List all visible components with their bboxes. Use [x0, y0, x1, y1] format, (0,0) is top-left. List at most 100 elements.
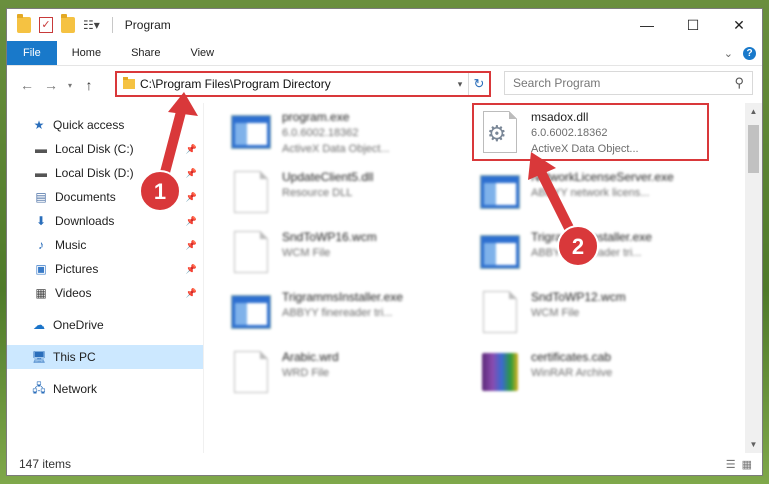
pin-icon[interactable]: 📌	[186, 240, 197, 251]
scroll-down-icon[interactable]: ▼	[745, 436, 762, 453]
star-icon: ★	[33, 118, 45, 132]
list-item[interactable]: certificates.cab WinRAR Archive	[477, 349, 612, 405]
file-name: SndToWP16.wcm	[282, 230, 377, 244]
tab-home[interactable]: Home	[57, 41, 116, 65]
sidebar-item-pictures[interactable]: ▣ Pictures 📌	[7, 257, 203, 281]
file-description: ABBYY network licens...	[531, 187, 650, 199]
navigation-pane: ★ Quick access ▬ Local Disk (C:) 📌 ▬ Loc…	[7, 103, 204, 453]
properties-check-icon[interactable]: ✓	[39, 17, 53, 33]
quick-access-toolbar: ✓ ☷▾ Program	[7, 14, 171, 33]
search-box[interactable]: Search Program ⚲	[504, 71, 753, 95]
computer-icon: 🖥	[31, 350, 47, 364]
sidebar-item-onedrive[interactable]: ☁ OneDrive	[7, 313, 203, 337]
item-count: 147 items	[19, 457, 72, 471]
file-name: NetworkLicenseServer.exe	[531, 170, 674, 184]
documents-icon: ▤	[35, 190, 47, 204]
file-icon	[483, 291, 517, 333]
sidebar-item-videos[interactable]: ▦ Videos 📌	[7, 281, 203, 305]
sidebar-item-music[interactable]: ♪ Music 📌	[7, 233, 203, 257]
window-title: Program	[124, 18, 171, 32]
search-icon: ⚲	[734, 75, 744, 90]
details-view-icon[interactable]: ☰	[726, 458, 736, 471]
window-controls: — ☐ ✕	[624, 9, 762, 41]
exe-icon	[480, 175, 520, 209]
tab-share[interactable]: Share	[116, 41, 175, 65]
file-name: UpdateClient5.dll	[282, 170, 374, 184]
exe-icon	[231, 295, 271, 329]
refresh-icon[interactable]: ↻	[468, 73, 489, 95]
ribbon-tabs: File Home Share View ⌄ ?	[7, 41, 762, 66]
customize-toolbar-icon[interactable]: ☷▾	[83, 18, 100, 32]
sidebar-item-local-disk-c[interactable]: ▬ Local Disk (C:) 📌	[7, 137, 203, 161]
file-description: ABBYY finereader tri...	[531, 247, 642, 259]
sidebar-item-this-pc[interactable]: 🖥 This PC	[7, 345, 203, 369]
pin-icon[interactable]: 📌	[186, 264, 197, 275]
address-path[interactable]: C:\Program Files\Program Directory	[140, 77, 452, 91]
help-icon[interactable]: ?	[743, 46, 756, 60]
sidebar-item-local-disk-d[interactable]: ▬ Local Disk (D:) 📌	[7, 161, 203, 185]
file-description: ActiveX Data Object...	[282, 143, 390, 155]
sidebar-item-documents[interactable]: ▤ Documents 📌	[7, 185, 203, 209]
pin-icon[interactable]: 📌	[186, 144, 197, 155]
pin-icon[interactable]: 📌	[186, 288, 197, 299]
cloud-icon: ☁	[33, 318, 45, 332]
list-item[interactable]: Arabic.wrd WRD File	[228, 349, 339, 405]
list-item[interactable]: TrigrammsInstaller.exe ABBYY finereader …	[477, 229, 652, 285]
list-item[interactable]: program.exe 6.0.6002.18362 ActiveX Data …	[228, 109, 390, 165]
sidebar-item-quick-access[interactable]: ★ Quick access	[7, 113, 203, 137]
search-input[interactable]: Search Program	[513, 76, 734, 90]
sidebar-item-label: Documents	[55, 190, 116, 204]
close-button[interactable]: ✕	[716, 9, 762, 41]
sidebar-item-label: This PC	[53, 350, 96, 364]
list-item[interactable]: TrigrammsInstaller.exe ABBYY finereader …	[228, 289, 403, 345]
list-item[interactable]: NetworkLicenseServer.exe ABBYY network l…	[477, 169, 674, 225]
scroll-up-icon[interactable]: ▲	[745, 103, 762, 120]
drive-icon: ▬	[35, 142, 47, 156]
sidebar-item-label: Local Disk (C:)	[55, 142, 134, 156]
file-name: program.exe	[282, 110, 350, 124]
sidebar-item-label: Downloads	[55, 214, 115, 228]
list-item[interactable]: SndToWP12.wcm WCM File	[477, 289, 626, 345]
highlight-box	[472, 103, 709, 161]
maximize-button[interactable]: ☐	[670, 9, 716, 41]
file-version: 6.0.6002.18362	[282, 127, 359, 139]
forward-icon[interactable]: →	[39, 77, 63, 93]
up-icon[interactable]: ↑	[77, 77, 101, 93]
minimize-button[interactable]: —	[624, 9, 670, 41]
pin-icon[interactable]: 📌	[186, 192, 197, 203]
folder-icon[interactable]	[17, 14, 31, 33]
recent-locations-icon[interactable]: ▾	[63, 81, 77, 90]
sidebar-item-label: Quick access	[53, 118, 125, 132]
back-icon[interactable]: ←	[15, 77, 39, 93]
winrar-icon	[482, 353, 518, 391]
file-name: TrigrammsInstaller.exe	[531, 230, 652, 244]
ribbon-right: ⌄ ?	[724, 41, 756, 65]
sidebar-item-label: Music	[55, 238, 87, 252]
tab-view[interactable]: View	[175, 41, 229, 65]
navigation-row: ← → ▾ ↑ C:\Program Files\Program Directo…	[7, 66, 762, 104]
videos-icon: ▦	[35, 286, 47, 300]
pin-icon[interactable]: 📌	[186, 216, 197, 227]
file-name: SndToWP12.wcm	[531, 290, 626, 304]
tab-file[interactable]: File	[7, 41, 57, 65]
large-icons-view-icon[interactable]: ▦	[742, 458, 752, 471]
vertical-scrollbar[interactable]: ▲ ▼	[745, 103, 762, 453]
chevron-down-icon[interactable]: ▾	[452, 79, 468, 90]
expand-ribbon-icon[interactable]: ⌄	[724, 47, 733, 60]
pin-icon[interactable]: 📌	[186, 168, 197, 179]
file-name: certificates.cab	[531, 350, 612, 364]
sidebar-item-downloads[interactable]: ⬇ Downloads 📌	[7, 209, 203, 233]
list-item[interactable]: UpdateClient5.dll Resource DLL	[228, 169, 373, 225]
address-bar[interactable]: C:\Program Files\Program Directory ▾ ↻	[115, 71, 491, 97]
file-description: WinRAR Archive	[531, 367, 613, 379]
file-icon	[234, 351, 268, 393]
sidebar-item-network[interactable]: 🖧 Network	[7, 377, 203, 401]
sidebar-item-label: OneDrive	[53, 318, 104, 332]
new-folder-icon[interactable]	[61, 14, 75, 33]
file-list: program.exe 6.0.6002.18362 ActiveX Data …	[204, 103, 762, 453]
file-description: Resource DLL	[282, 187, 353, 199]
dll-icon	[234, 171, 268, 213]
scroll-thumb[interactable]	[748, 125, 759, 173]
pictures-icon: ▣	[35, 262, 47, 276]
list-item[interactable]: SndToWP16.wcm WCM File	[228, 229, 377, 285]
